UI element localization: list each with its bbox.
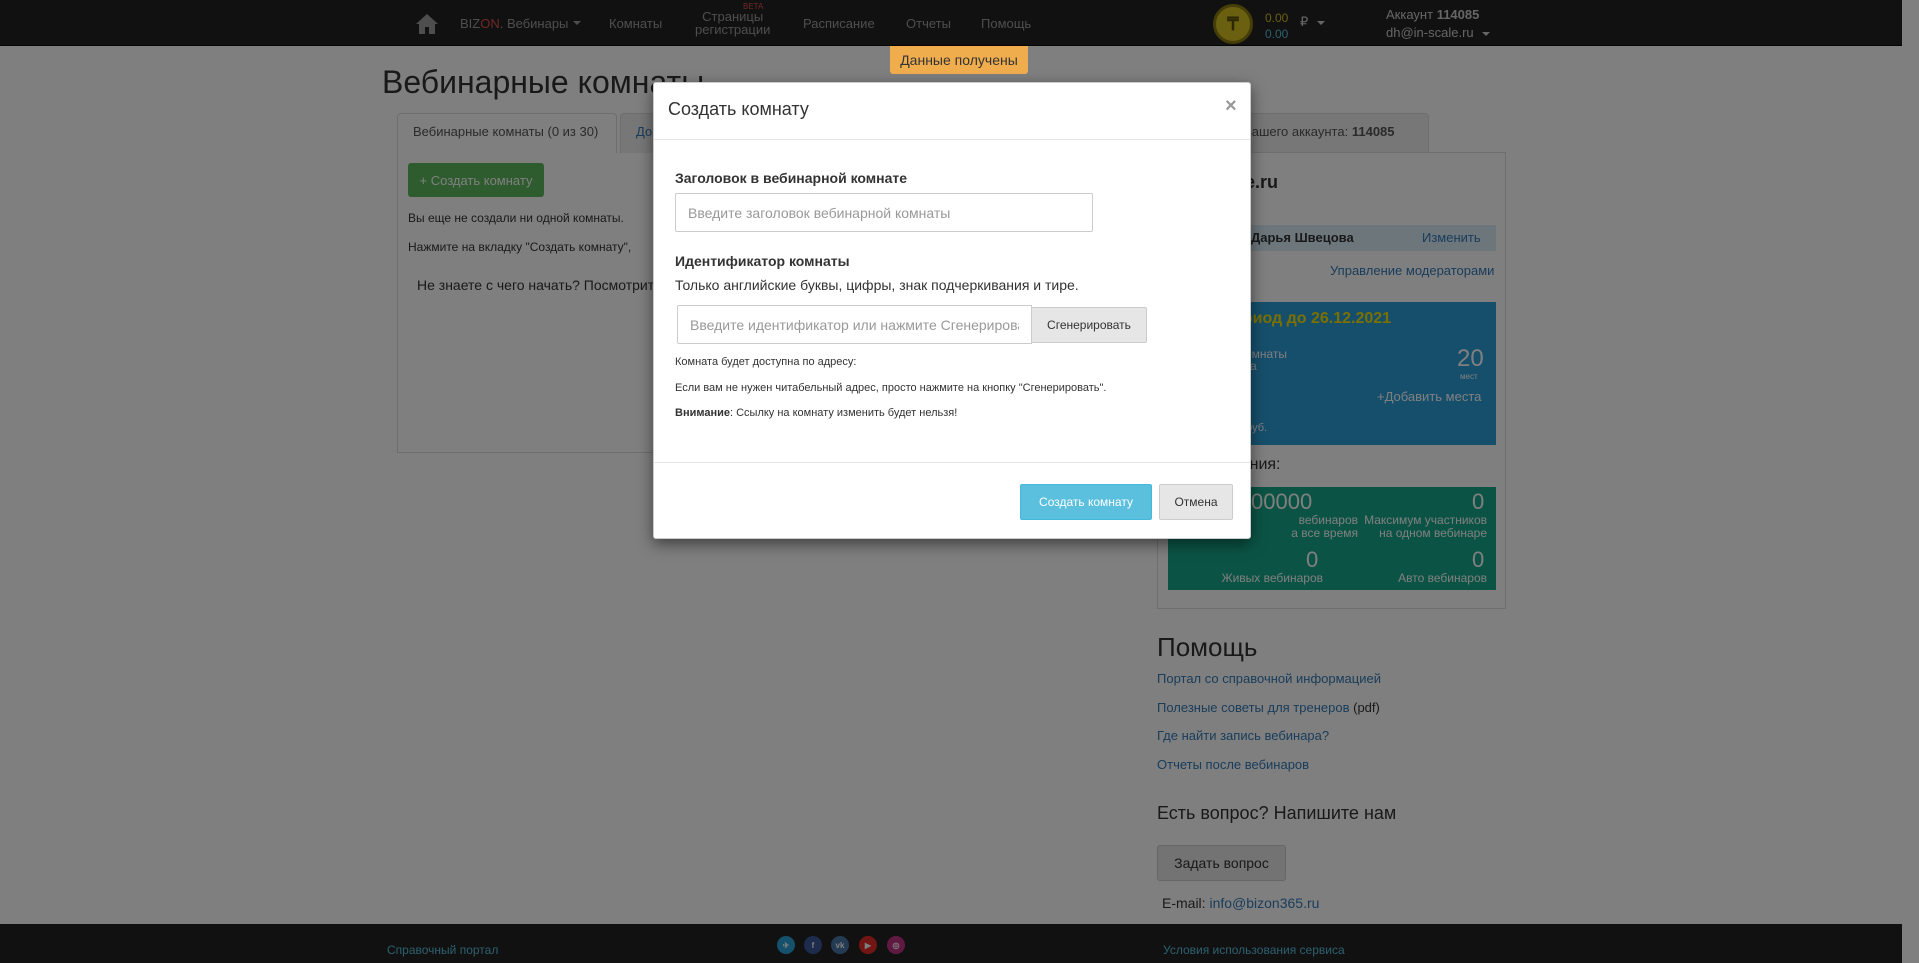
room-title-input[interactable] [675, 193, 1093, 232]
warning-bold: Внимание [675, 407, 730, 419]
cancel-button[interactable]: Отмена [1159, 484, 1233, 520]
create-room-modal: Создать комнату × Заголовок в вебинарной… [653, 82, 1251, 539]
room-id-hint: Только английские буквы, цифры, знак под… [675, 277, 1079, 293]
generate-button[interactable]: Сгенерировать [1031, 307, 1147, 343]
room-id-input[interactable] [677, 305, 1032, 344]
warning-note: Внимание: Ссылку на комнату изменить буд… [675, 407, 957, 419]
warning-text: : Ссылку на комнату изменить будет нельз… [729, 407, 958, 419]
close-icon[interactable]: × [1225, 95, 1237, 118]
room-id-label: Идентификатор комнаты [675, 253, 850, 269]
toast-notification: Данные получены [890, 46, 1028, 74]
modal-footer-divider [654, 462, 1250, 463]
modal-title: Создать комнату [668, 99, 809, 119]
address-note: Комната будет доступна по адресу: [675, 356, 857, 368]
room-title-label: Заголовок в вебинарной комнате [675, 170, 908, 186]
readable-note: Если вам не нужен читабельный адрес, про… [675, 382, 1107, 394]
modal-header: Создать комнату × [654, 83, 1250, 140]
submit-create-room-button[interactable]: Создать комнату [1020, 484, 1152, 520]
